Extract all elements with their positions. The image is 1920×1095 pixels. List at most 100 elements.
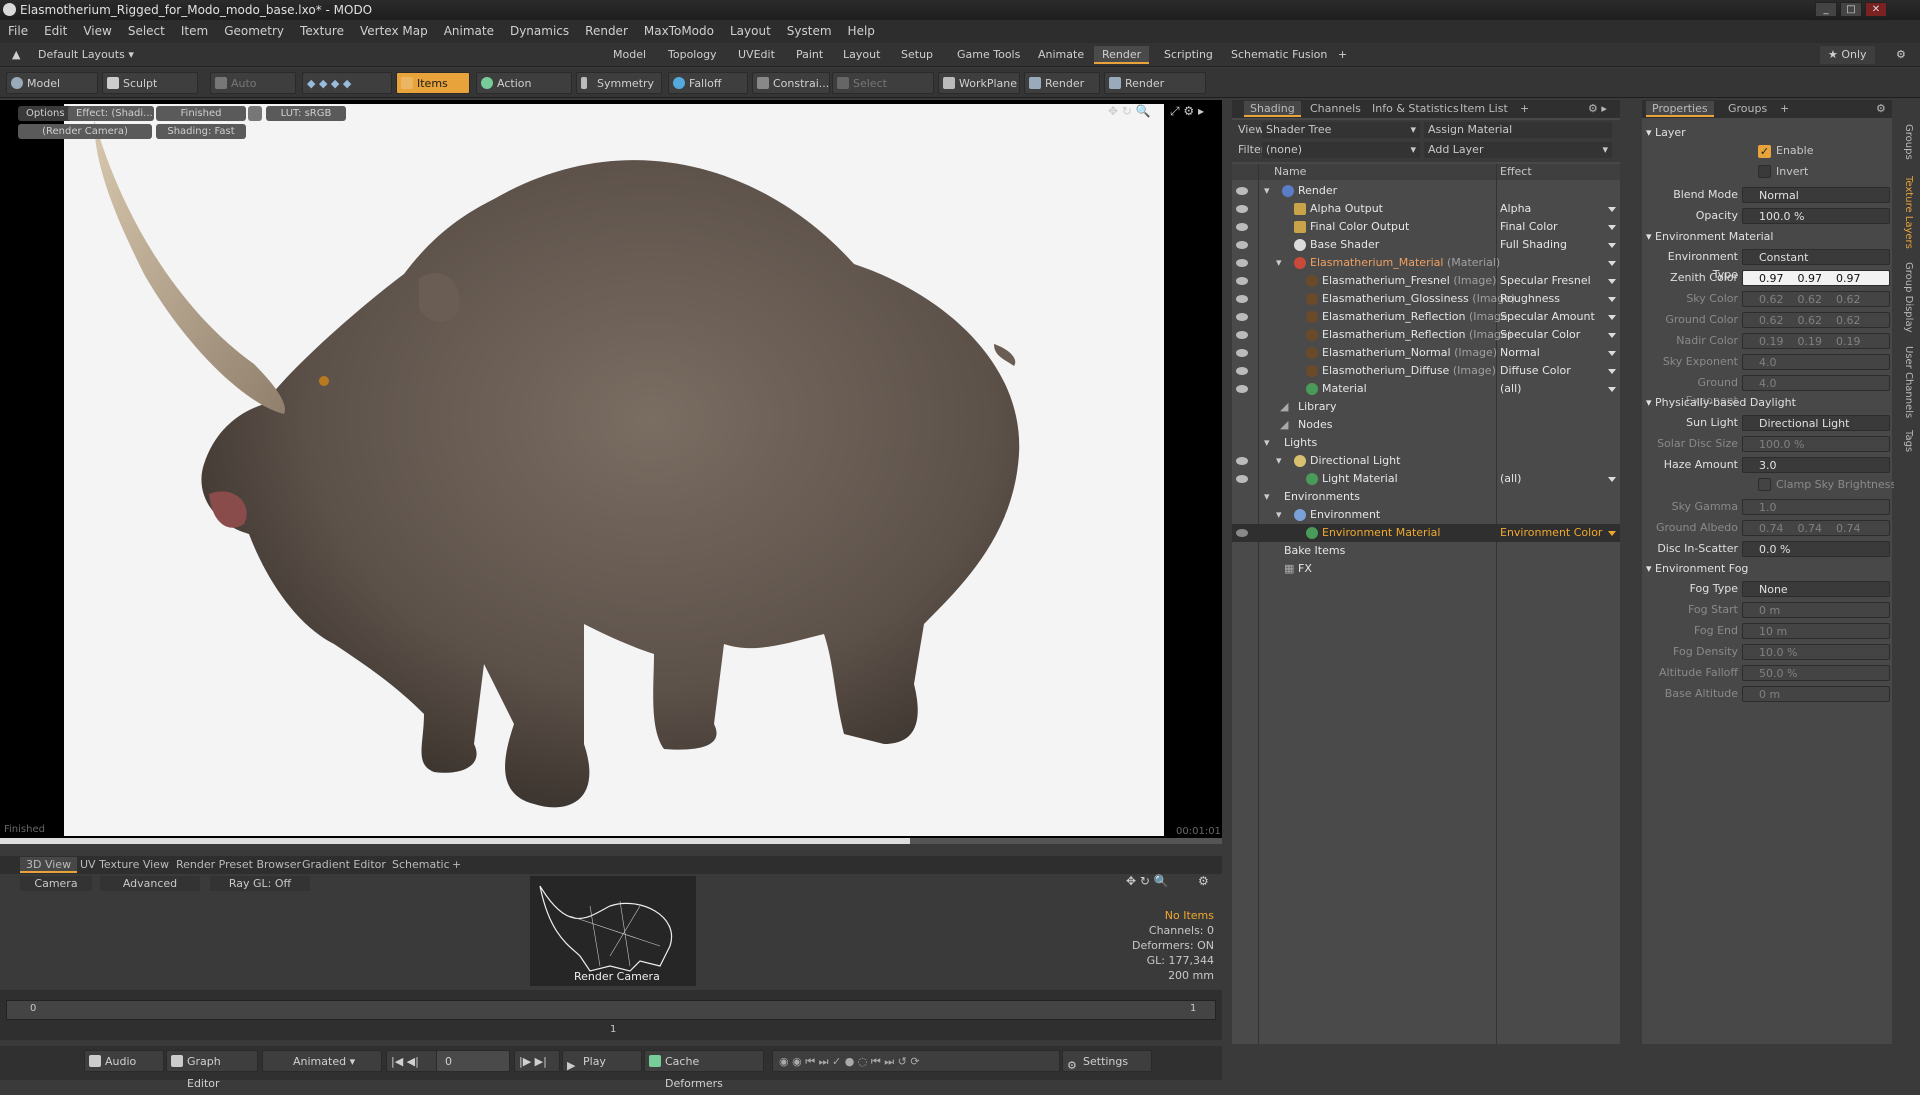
gear-icon[interactable]: ⚙: [1888, 46, 1914, 64]
visibility-eye-icon[interactable]: [1236, 349, 1248, 357]
falloff-button[interactable]: Falloff: [668, 72, 748, 94]
render-window-button[interactable]: Render Window: [1104, 72, 1206, 112]
visibility-eye-icon[interactable]: [1236, 223, 1248, 231]
raygl-dropdown[interactable]: Ray GL: Off: [210, 876, 310, 891]
tab-groups[interactable]: Groups: [1722, 101, 1773, 117]
sun-light-dropdown[interactable]: Directional Light: [1742, 415, 1890, 431]
settings-button[interactable]: ⚙ Settings: [1062, 1050, 1152, 1072]
cache-deformers-button[interactable]: Cache Deformers: [644, 1050, 764, 1090]
tree-row-fresnel[interactable]: Elasmatherium_Fresnel (Image) Specular Fr…: [1232, 272, 1620, 290]
sky-gamma-field[interactable]: 1.0: [1742, 499, 1890, 515]
pin-icon[interactable]: ▲: [4, 46, 28, 64]
side-tab-group-display[interactable]: Group Display: [1898, 262, 1914, 332]
section-env-material[interactable]: ▾ Environment Material: [1646, 228, 1773, 246]
panel-settings-icon[interactable]: ⚙: [1870, 101, 1892, 117]
next-key-buttons[interactable]: |▶ ▶|: [514, 1050, 560, 1072]
tree-row-environments[interactable]: ▾ Environments: [1232, 488, 1620, 506]
menu-file[interactable]: File: [0, 20, 36, 43]
tree-row-directional-light[interactable]: ▾ Directional Light: [1232, 452, 1620, 470]
key-tools-group[interactable]: ◉ ◉ ⏮ ⏭ ✓ ● ◌ ⏮ ⏭ ↺ ⟳: [772, 1050, 1060, 1072]
tab-shading[interactable]: Shading: [1244, 101, 1301, 117]
menu-system[interactable]: System: [779, 20, 840, 43]
tab-setup[interactable]: Setup: [893, 46, 941, 64]
section-layer[interactable]: ▾ Layer: [1646, 124, 1686, 142]
effect-dropdown-arrow[interactable]: [1608, 225, 1616, 230]
effect-dropdown-arrow[interactable]: [1608, 369, 1616, 374]
advanced-dropdown[interactable]: Advanced: [100, 876, 200, 891]
auto-select-button[interactable]: Auto Select: [210, 72, 296, 112]
side-tab-tags[interactable]: Tags: [1898, 430, 1914, 452]
column-effect[interactable]: Effect: [1500, 165, 1532, 178]
tab-model[interactable]: Model: [605, 46, 654, 64]
ground-albedo-field[interactable]: 0.74 0.74 0.74: [1742, 520, 1890, 536]
constraints-button[interactable]: Constrai...: [752, 72, 830, 94]
camera-dropdown[interactable]: (Render Camera): [18, 124, 152, 139]
add-tab-icon[interactable]: +: [1514, 101, 1535, 117]
tree-row-alpha-output[interactable]: Alpha Output Alpha: [1232, 200, 1620, 218]
effect-dropdown-arrow[interactable]: [1608, 351, 1616, 356]
sky-exponent-field[interactable]: 4.0: [1742, 354, 1890, 370]
maximize-button[interactable]: □: [1840, 2, 1862, 17]
fog-start-field[interactable]: 0 m: [1742, 602, 1890, 618]
visibility-eye-icon[interactable]: [1236, 187, 1248, 195]
menu-maxtomodo[interactable]: MaxToModo: [636, 20, 722, 43]
menu-dynamics[interactable]: Dynamics: [502, 20, 577, 43]
visibility-eye-icon[interactable]: [1236, 205, 1248, 213]
visibility-eye-icon[interactable]: [1236, 475, 1248, 483]
only-toggle[interactable]: ★ Only: [1820, 46, 1875, 64]
tab-render[interactable]: Render: [1094, 46, 1150, 64]
default-layouts-dropdown[interactable]: Default Layouts ▾: [30, 46, 142, 64]
camera-dropdown-lower[interactable]: Camera: [20, 876, 92, 891]
add-tab-icon[interactable]: +: [446, 857, 467, 873]
select-through-button[interactable]: Select Through: [832, 72, 934, 112]
tree-row-environment-material[interactable]: Environment Material Environment Color: [1232, 524, 1620, 542]
lower-settings-icon[interactable]: ⚙: [1198, 874, 1209, 888]
effect-dropdown-arrow[interactable]: [1608, 333, 1616, 338]
effect-dropdown-arrow[interactable]: [1608, 315, 1616, 320]
env-type-dropdown[interactable]: Constant: [1742, 249, 1890, 265]
menu-help[interactable]: Help: [840, 20, 883, 43]
effect-dropdown-arrow[interactable]: [1608, 279, 1616, 284]
tab-gradient-editor[interactable]: Gradient Editor: [296, 857, 392, 873]
tab-uv-texture-view[interactable]: UV Texture View: [74, 857, 175, 873]
expand-toggle[interactable]: ▾: [1264, 488, 1270, 506]
visibility-eye-icon[interactable]: [1236, 277, 1248, 285]
component-mode-group[interactable]: ◆ ◆ ◆ ◆: [302, 72, 392, 94]
tree-row-material[interactable]: ▾ Elasmatherium_Material (Material): [1232, 254, 1620, 272]
zenith-color-field[interactable]: 0.97 0.97 0.97: [1742, 270, 1890, 286]
shading-dropdown[interactable]: Shading: Fast: [156, 124, 246, 139]
assign-material-button[interactable]: Assign Material: [1424, 122, 1612, 138]
action-center-button[interactable]: Action Center: [476, 72, 572, 112]
workplane-button[interactable]: WorkPlane: [938, 72, 1020, 94]
tree-row-diffuse[interactable]: Elasmotherium_Diffuse (Image) Diffuse Col…: [1232, 362, 1620, 380]
effect-dropdown-arrow[interactable]: [1608, 261, 1616, 266]
add-tab-icon[interactable]: +: [1330, 46, 1355, 64]
menu-render[interactable]: Render: [577, 20, 636, 43]
menu-animate[interactable]: Animate: [436, 20, 502, 43]
frame-field[interactable]: 0: [436, 1050, 510, 1072]
tab-layout[interactable]: Layout: [835, 46, 888, 64]
play-button[interactable]: ▶ Play: [562, 1050, 642, 1072]
filter-dropdown[interactable]: (none) ▾: [1262, 142, 1420, 158]
tab-scripting[interactable]: Scripting: [1156, 46, 1221, 64]
viewport-options-button[interactable]: Options: [18, 106, 73, 121]
tree-row-normal[interactable]: Elasmatherium_Normal (Image) Normal: [1232, 344, 1620, 362]
expand-toggle[interactable]: ▾: [1276, 254, 1282, 272]
tab-channels[interactable]: Channels: [1304, 101, 1367, 117]
snapshot-icon[interactable]: [248, 106, 262, 121]
effect-dropdown-arrow[interactable]: [1608, 207, 1616, 212]
sky-color-field[interactable]: 0.62 0.62 0.62: [1742, 291, 1890, 307]
visibility-eye-icon[interactable]: [1236, 295, 1248, 303]
tab-info-statistics[interactable]: Info & Statistics: [1366, 101, 1465, 117]
tree-row-glossiness[interactable]: Elasmatherium_Glossiness (Image) Roughnes…: [1232, 290, 1620, 308]
symmetry-button[interactable]: Symmetry: [576, 72, 662, 94]
expand-toggle[interactable]: ▾: [1264, 434, 1270, 452]
expand-toggle[interactable]: ▾: [1276, 452, 1282, 470]
menu-select[interactable]: Select: [120, 20, 173, 43]
tab-3d-view[interactable]: 3D View: [20, 857, 78, 873]
menu-geometry[interactable]: Geometry: [216, 20, 292, 43]
altitude-falloff-field[interactable]: 50.0 %: [1742, 665, 1890, 681]
tree-row-sub-material[interactable]: Material (all): [1232, 380, 1620, 398]
tab-item-list[interactable]: Item List: [1454, 101, 1514, 117]
menu-edit[interactable]: Edit: [36, 20, 75, 43]
